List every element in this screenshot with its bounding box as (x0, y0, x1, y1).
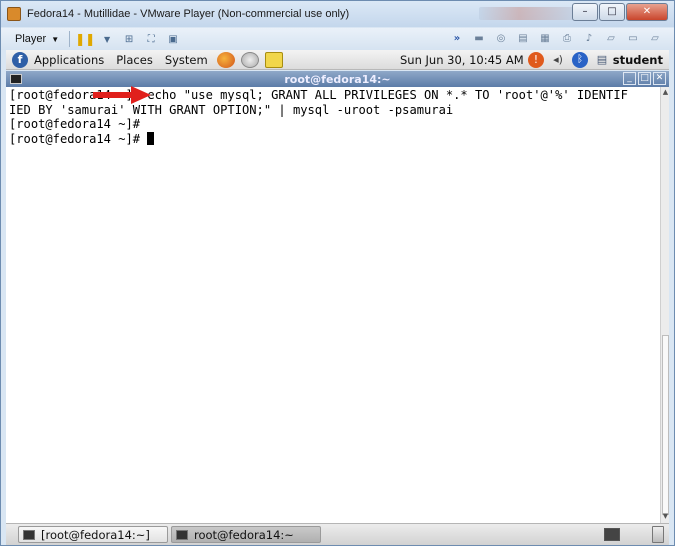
bluetooth-icon[interactable]: ᛒ (572, 52, 588, 68)
scroll-down-arrow-icon[interactable]: ▼ (661, 512, 670, 522)
sound-card-icon[interactable]: ♪ (581, 31, 597, 45)
toolbar-divider (69, 31, 71, 47)
taskbar-item-label: root@fedora14:~ (194, 527, 294, 542)
terminal-output[interactable]: [root@fedora14 ~]# echo "use mysql; GRAN… (6, 87, 660, 523)
terminal-window-controls: _ □ ✕ (621, 72, 666, 85)
usb-device-icon[interactable]: ▱ (603, 31, 619, 45)
terminal-icon (23, 529, 35, 540)
notification-area: ! ◂) ᛒ ▤ (528, 52, 616, 68)
terminal-window-title: root@fedora14:~ (284, 72, 391, 86)
network-icon[interactable]: ▤ (594, 52, 610, 68)
text-cursor (147, 131, 155, 145)
player-menu-label: Player (15, 33, 47, 45)
terminal-icon (176, 529, 188, 540)
terminal-titlebar[interactable]: root@fedora14:~ _ □ ✕ (6, 71, 669, 87)
double-chevron-right-icon[interactable]: » (449, 31, 465, 45)
terminal-maximize-button[interactable]: □ (638, 72, 651, 85)
gnome-top-panel: f Applications Places System Sun Jun 30,… (6, 50, 669, 70)
close-button[interactable]: ✕ (626, 3, 668, 21)
terminal-close-button[interactable]: ✕ (653, 72, 666, 85)
display-icon[interactable]: ▱ (647, 31, 663, 45)
applications-menu[interactable]: Applications (34, 53, 104, 67)
update-icon[interactable]: ! (528, 52, 544, 68)
cd-drive-icon[interactable]: ◎ (493, 31, 509, 45)
minimize-button[interactable]: – (572, 3, 598, 21)
hard-disk-icon[interactable]: ▬ (471, 31, 487, 45)
maximize-button[interactable]: □ (599, 3, 625, 21)
red-annotation-arrow (93, 86, 151, 104)
workspace-switcher-icon[interactable] (604, 528, 620, 541)
vmware-titlebar[interactable]: Fedora14 - Mutillidae - VMware Player (N… (1, 1, 674, 27)
user-menu[interactable]: student (613, 53, 663, 67)
vmware-toolbar: Player ▼ ❚❚ ▼ ⊞ ⛶ ▣ » ▬ ◎ ▤ ▦ ⎙ ♪ ▱ ▭ ▱ (1, 28, 674, 50)
firefox-icon[interactable] (216, 51, 235, 68)
scrollbar-thumb[interactable] (662, 335, 669, 515)
terminal-line: [root@fedora14 ~]# (9, 117, 141, 131)
window-controls: – □ ✕ (571, 3, 668, 21)
settings-icon[interactable] (240, 51, 259, 68)
printer-icon[interactable]: ⎙ (559, 31, 575, 45)
unity-icon[interactable]: ▣ (165, 32, 181, 46)
device-toolbar: » ▬ ◎ ▤ ▦ ⎙ ♪ ▱ ▭ ▱ (446, 31, 666, 45)
message-icon[interactable]: ▭ (625, 31, 641, 45)
terminal-line: IED BY 'samurai' WITH GRANT OPTION;" | m… (9, 102, 454, 117)
taskbar-item-terminal-1[interactable]: [root@fedora14:~] (18, 526, 168, 543)
network-adapter-icon[interactable]: ▦ (537, 31, 553, 45)
places-menu[interactable]: Places (116, 53, 153, 67)
player-menu-button[interactable]: Player ▼ (9, 30, 65, 48)
notes-icon[interactable] (264, 51, 283, 68)
terminal-prompt-line: [root@fedora14 ~]# (9, 131, 660, 147)
fullscreen-icon[interactable]: ⛶ (143, 32, 159, 46)
network-devices-icon[interactable]: ⊞ (121, 32, 137, 46)
vmware-app-icon (7, 7, 21, 21)
taskbar-item-terminal-2[interactable]: root@fedora14:~ (171, 526, 321, 543)
vmware-window-title: Fedora14 - Mutillidae - VMware Player (N… (27, 8, 350, 20)
volume-icon[interactable]: ◂) (550, 52, 566, 68)
floppy-icon[interactable]: ▤ (515, 31, 531, 45)
chevron-down-icon: ▼ (51, 34, 60, 44)
vmware-window: Fedora14 - Mutillidae - VMware Player (N… (0, 0, 675, 546)
scroll-up-arrow-icon[interactable]: ▲ (661, 88, 670, 98)
trash-icon[interactable] (652, 526, 664, 543)
gnome-bottom-panel: [root@fedora14:~] root@fedora14:~ (6, 523, 669, 545)
taskbar-item-label: [root@fedora14:~] (41, 527, 150, 542)
terminal-minimize-button[interactable]: _ (623, 72, 636, 85)
terminal-scrollbar[interactable]: ▲ ▼ (660, 87, 669, 523)
system-menu[interactable]: System (165, 53, 208, 67)
panel-clock[interactable]: Sun Jun 30, 10:45 AM (400, 53, 524, 67)
pause-icon[interactable]: ❚❚ (75, 32, 95, 46)
blurred-tab-region (479, 7, 579, 20)
terminal-prompt: [root@fedora14 ~]# (9, 131, 148, 146)
fedora-logo-icon[interactable]: f (12, 51, 28, 68)
chevron-down-icon[interactable]: ▼ (99, 32, 115, 46)
